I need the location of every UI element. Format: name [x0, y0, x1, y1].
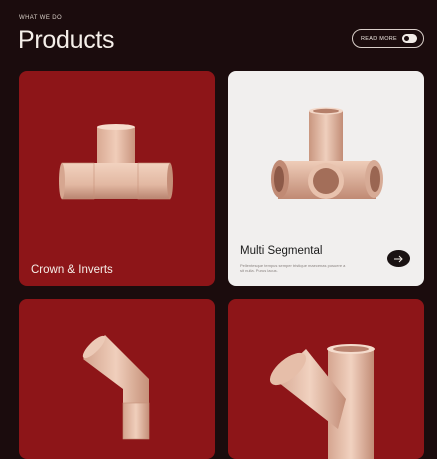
wye-pipe-image: [269, 344, 375, 459]
eyebrow-label: WHAT WE DO: [19, 15, 63, 21]
product-card-wye[interactable]: [228, 299, 424, 459]
read-more-button[interactable]: READ MORE: [352, 29, 424, 48]
card-arrow-button[interactable]: [387, 250, 410, 267]
cross-pipe-image: [271, 107, 383, 199]
page-title: Products: [18, 26, 115, 54]
bend-pipe-image: [82, 335, 150, 440]
toggle-icon: [402, 34, 417, 43]
tee-pipe-image: [59, 124, 173, 200]
product-card-bend[interactable]: [19, 299, 215, 459]
card-label: Multi Segmental: [240, 245, 323, 257]
product-card-multi-segmental[interactable]: Multi Segmental Pellentesque tempus semp…: [228, 71, 424, 286]
product-card-crown-inverts[interactable]: Crown & Inverts: [19, 71, 215, 286]
card-label: Crown & Inverts: [31, 264, 113, 276]
arrow-right-icon: [393, 255, 403, 262]
card-description: Pellentesque tempus semper tristique mae…: [240, 263, 346, 273]
read-more-label: READ MORE: [361, 35, 398, 42]
